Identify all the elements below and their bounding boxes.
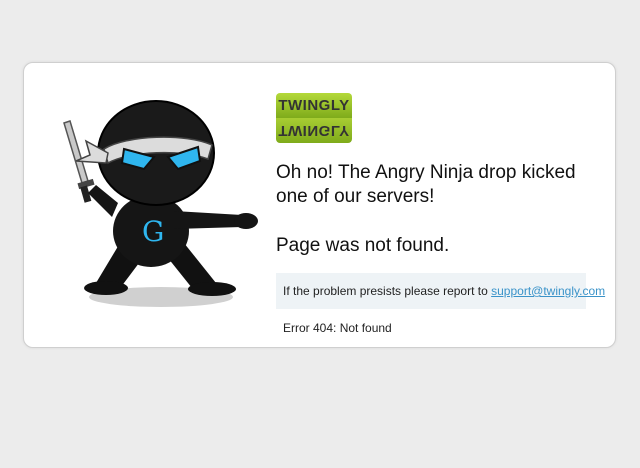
report-box: If the problem presists please report to… <box>276 273 605 309</box>
angry-ninja-illustration: G <box>63 100 258 307</box>
error-code: Error 404: Not found <box>283 321 392 335</box>
logo-reflection: TWINGLY <box>276 118 352 143</box>
twingly-logo[interactable]: TWINGLY TWINGLY <box>276 93 352 143</box>
report-text: If the problem presists please report to <box>283 284 488 298</box>
not-found-message: Page was not found. <box>276 235 450 256</box>
error-card: G TWINGLY TWINGLY Oh no! The Angry Ninja… <box>23 62 616 348</box>
support-email-link[interactable]: support@twingly.com <box>491 284 605 298</box>
error-headline: Oh no! The Angry Ninja drop kicked one o… <box>276 162 576 207</box>
logo-text: TWINGLY <box>276 93 352 118</box>
chest-letter: G <box>142 215 164 248</box>
